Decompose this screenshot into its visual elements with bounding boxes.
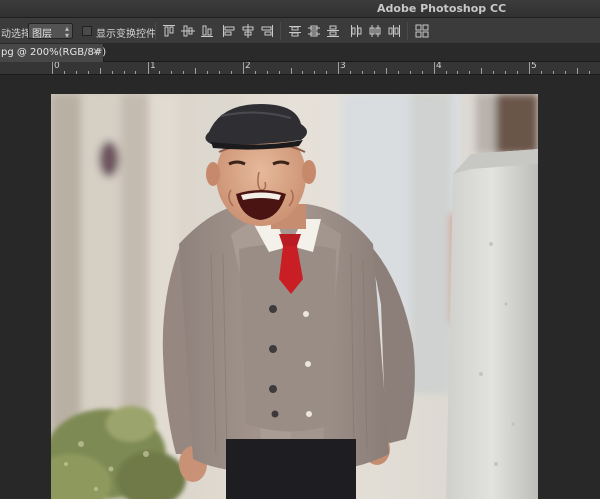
ruler-minor-tick — [540, 71, 542, 74]
ruler-label: 2 — [245, 62, 251, 71]
ruler-minor-tick — [278, 71, 280, 74]
ruler-minor-tick — [505, 71, 507, 74]
ruler-minor-tick — [362, 71, 364, 74]
ruler-minor-tick — [302, 71, 304, 74]
ruler-minor-tick — [99, 68, 101, 74]
ruler-minor-tick — [123, 71, 125, 74]
auto-select-dropdown[interactable]: 图层 ▴ ▾ — [28, 23, 73, 40]
distribute-hcenter-icon[interactable] — [367, 23, 383, 39]
ruler-minor-tick — [385, 68, 387, 74]
show-transform-checkbox[interactable] — [82, 26, 92, 36]
ruler-minor-tick — [493, 71, 495, 74]
ruler-minor-tick — [254, 71, 256, 74]
ruler-minor-tick — [159, 71, 161, 74]
close-icon[interactable]: × — [92, 46, 100, 57]
ruler-label: 5 — [531, 62, 537, 71]
ruler-minor-tick — [75, 71, 77, 74]
ruler-minor-tick — [457, 71, 459, 74]
ruler-minor-tick — [183, 71, 185, 74]
ruler-minor-tick — [207, 71, 209, 74]
align-vcenter-icon[interactable] — [180, 23, 196, 39]
ruler-minor-tick — [481, 68, 483, 74]
separator — [280, 22, 281, 40]
distribute-left-icon[interactable] — [348, 23, 364, 39]
ruler-minor-tick — [445, 71, 447, 74]
distribute-vcenter-icon[interactable] — [306, 23, 322, 39]
auto-align-icon[interactable] — [414, 23, 430, 39]
ruler-tick — [148, 62, 149, 74]
app-title: Adobe Photoshop CC — [377, 2, 507, 15]
document-image[interactable] — [51, 94, 538, 499]
separator — [155, 22, 156, 40]
ruler-minor-tick — [314, 71, 316, 74]
ruler-minor-tick — [564, 71, 566, 74]
ruler-minor-tick — [266, 71, 268, 74]
document-tab[interactable]: pg @ 200%(RGB/8#) × — [0, 44, 107, 62]
ruler-minor-tick — [588, 71, 590, 74]
ruler-minor-tick — [326, 71, 328, 74]
ruler-minor-tick — [135, 71, 137, 74]
document-tab-label: pg @ 200%(RGB/8#) — [1, 47, 107, 58]
ruler-minor-tick — [195, 68, 197, 74]
ruler-label: 4 — [436, 62, 442, 71]
title-bar: Adobe Photoshop CC — [0, 0, 600, 18]
ruler-minor-tick — [517, 71, 519, 74]
align-bottom-icon[interactable] — [199, 23, 215, 39]
ruler-label: 0 — [54, 62, 60, 71]
options-bar: 动选择: 图层 ▴ ▾ 显示变换控件 — [0, 18, 600, 44]
align-left-icon[interactable] — [221, 23, 237, 39]
ruler-minor-tick — [373, 71, 375, 74]
auto-select-value: 图层 — [32, 29, 52, 40]
distribute-bottom-icon[interactable] — [325, 23, 341, 39]
distribute-right-icon[interactable] — [386, 23, 402, 39]
ruler-minor-tick — [576, 68, 578, 74]
ruler-minor-tick — [63, 71, 65, 74]
ruler-minor-tick — [218, 71, 220, 74]
ruler-minor-tick — [469, 71, 471, 74]
ruler-minor-tick — [171, 71, 173, 74]
ruler-minor-tick — [409, 71, 411, 74]
align-hcenter-icon[interactable] — [240, 23, 256, 39]
align-right-icon[interactable] — [259, 23, 275, 39]
ruler-tick — [52, 62, 53, 74]
separator — [407, 22, 408, 40]
photo-artwork — [51, 94, 538, 499]
align-top-icon[interactable] — [161, 23, 177, 39]
ruler-minor-tick — [552, 71, 554, 74]
ruler-tick — [434, 62, 435, 74]
ruler-minor-tick — [350, 71, 352, 74]
ruler-tick — [529, 62, 530, 74]
dropdown-arrows-icon: ▴ ▾ — [64, 24, 69, 40]
ruler-minor-tick — [111, 71, 113, 74]
ruler-minor-tick — [290, 68, 292, 74]
horizontal-ruler[interactable]: 0 1 2 3 4 5 — [0, 62, 600, 75]
ruler-tick — [338, 62, 339, 74]
ruler-label: 1 — [150, 62, 156, 71]
ruler-minor-tick — [421, 71, 423, 74]
ruler-tick — [243, 62, 244, 74]
ruler-minor-tick — [397, 71, 399, 74]
ruler-label: 3 — [340, 62, 346, 71]
distribute-top-icon[interactable] — [287, 23, 303, 39]
ruler-minor-tick — [87, 71, 89, 74]
ruler-minor-tick — [230, 71, 232, 74]
show-transform-label: 显示变换控件 — [96, 29, 156, 40]
document-tab-bar: pg @ 200%(RGB/8#) × — [0, 44, 600, 62]
